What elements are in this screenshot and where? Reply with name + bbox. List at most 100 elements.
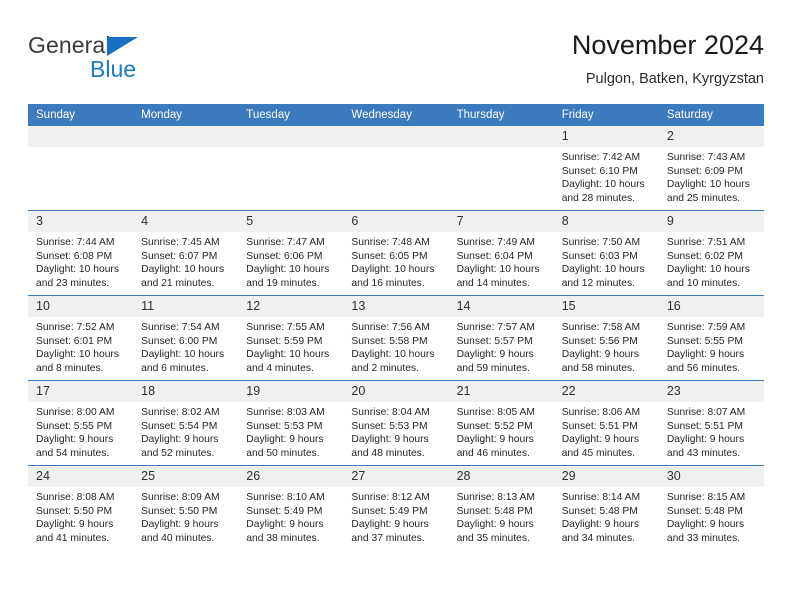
day-info-line: and 25 minutes. (666, 192, 741, 204)
calendar-day-cell[interactable]: 18 Sunrise: 8:02 AM Sunset: 5:54 PM Dayligh… (133, 380, 239, 466)
day-info-line: Sunrise: 7:47 AM (246, 237, 325, 248)
day-info-line: Daylight: 9 hours (666, 349, 745, 361)
calendar-day-cell[interactable]: 26 Sunrise: 8:10 AM Sunset: 5:49 PM Dayligh… (238, 465, 344, 550)
calendar-day-cell[interactable]: 24 Sunrise: 8:08 AM Sunset: 5:50 PM Dayligh… (28, 465, 134, 550)
calendar-day-cell[interactable]: 10 Sunrise: 7:52 AM Sunset: 6:01 PM Dayligh… (28, 295, 134, 381)
calendar-day-cell[interactable]: 29 Sunrise: 8:14 AM Sunset: 5:48 PM Dayligh… (553, 465, 659, 550)
calendar-day-cell-empty (133, 126, 239, 211)
day-info-line: Sunset: 6:01 PM (36, 335, 113, 347)
day-sun-info: Sunrise: 8:06 AM Sunset: 5:51 PM Daylight:… (554, 402, 659, 460)
day-info-line: Sunset: 6:04 PM (456, 250, 533, 262)
calendar-day-cell[interactable]: 20 Sunrise: 8:04 AM Sunset: 5:53 PM Dayligh… (343, 380, 449, 466)
calendar-day-cell[interactable]: 7 Sunrise: 7:49 AM Sunset: 6:04 PM Daylight… (448, 210, 554, 296)
day-info-line: Daylight: 9 hours (561, 434, 639, 446)
calendar-day-cell[interactable]: 13 Sunrise: 7:56 AM Sunset: 5:58 PM Dayligh… (343, 295, 449, 381)
calendar-day-cell[interactable]: 2 Sunrise: 7:43 AM Sunset: 6:09 PM Daylight… (658, 126, 764, 211)
day-info-line: Sunrise: 8:05 AM (456, 407, 535, 418)
day-info-line: and 23 minutes. (36, 277, 110, 289)
day-info-line: Sunrise: 8:13 AM (456, 492, 535, 503)
day-info-line: Daylight: 10 hours (36, 264, 119, 276)
day-sun-info: Sunrise: 7:45 AM Sunset: 6:07 PM Daylight:… (133, 232, 238, 290)
calendar-day-cell[interactable]: 6 Sunrise: 7:48 AM Sunset: 6:05 PM Daylight… (343, 210, 449, 296)
calendar-day-cell[interactable]: 14 Sunrise: 7:57 AM Sunset: 5:57 PM Dayligh… (448, 295, 554, 381)
weekday-header-monday: Monday (133, 104, 239, 126)
calendar-day-cell[interactable]: 3 Sunrise: 7:44 AM Sunset: 6:08 PM Daylight… (28, 210, 134, 296)
calendar-day-cell[interactable]: 17 Sunrise: 8:00 AM Sunset: 5:55 PM Dayligh… (28, 380, 134, 466)
calendar-day-cell[interactable]: 28 Sunrise: 8:13 AM Sunset: 5:48 PM Dayligh… (448, 465, 554, 550)
day-sun-info: Sunrise: 7:54 AM Sunset: 6:00 PM Daylight:… (133, 317, 238, 375)
calendar-day-cell[interactable]: 8 Sunrise: 7:50 AM Sunset: 6:03 PM Daylight… (553, 210, 659, 296)
day-sun-info: Sunrise: 8:13 AM Sunset: 5:48 PM Daylight:… (449, 487, 554, 545)
day-info-line: Daylight: 9 hours (561, 519, 639, 531)
day-info-line: Sunset: 6:02 PM (666, 250, 743, 262)
day-info-line: Sunset: 5:49 PM (351, 505, 428, 517)
calendar-day-cell[interactable]: 21 Sunrise: 8:05 AM Sunset: 5:52 PM Dayligh… (448, 380, 554, 466)
day-info-line: Sunrise: 8:07 AM (666, 407, 746, 418)
day-sun-info: Sunrise: 8:12 AM Sunset: 5:49 PM Daylight:… (343, 487, 448, 545)
day-info-line: and 52 minutes. (141, 447, 215, 459)
calendar-day-cell[interactable]: 4 Sunrise: 7:45 AM Sunset: 6:07 PM Daylight… (133, 210, 239, 296)
calendar-day-cell[interactable]: 22 Sunrise: 8:06 AM Sunset: 5:51 PM Dayligh… (553, 380, 659, 466)
day-number: 8 (553, 211, 659, 232)
day-info-line: Sunset: 5:55 PM (36, 420, 113, 432)
day-info-line: Sunrise: 7:57 AM (456, 322, 535, 333)
day-info-line: and 28 minutes. (561, 192, 635, 204)
weekday-header-saturday: Saturday (658, 104, 764, 126)
day-info-line: Daylight: 9 hours (36, 519, 114, 531)
day-info-line: and 41 minutes. (36, 532, 110, 544)
day-info-line: and 16 minutes. (351, 277, 425, 289)
calendar-day-cell[interactable]: 15 Sunrise: 7:58 AM Sunset: 5:56 PM Dayligh… (553, 295, 659, 381)
day-info-line: and 54 minutes. (36, 447, 110, 459)
day-info-line: Daylight: 9 hours (141, 519, 219, 531)
calendar-day-cell[interactable]: 27 Sunrise: 8:12 AM Sunset: 5:49 PM Dayligh… (343, 465, 449, 550)
day-number: 20 (343, 381, 449, 402)
calendar-day-cell[interactable]: 11 Sunrise: 7:54 AM Sunset: 6:00 PM Dayligh… (133, 295, 239, 381)
calendar-day-cell[interactable]: 12 Sunrise: 7:55 AM Sunset: 5:59 PM Dayligh… (238, 295, 344, 381)
day-info-line: Daylight: 10 hours (351, 349, 435, 361)
day-info-line: and 2 minutes. (351, 362, 419, 374)
day-number: 30 (658, 466, 764, 487)
day-info-line: Sunrise: 8:15 AM (666, 492, 746, 503)
calendar-day-cell[interactable]: 25 Sunrise: 8:09 AM Sunset: 5:50 PM Dayligh… (133, 465, 239, 550)
day-number: 2 (658, 126, 764, 147)
day-sun-info: Sunrise: 8:07 AM Sunset: 5:51 PM Daylight:… (659, 402, 764, 460)
brand-logo[interactable]: General Blue (28, 32, 248, 88)
day-sun-info: Sunrise: 7:49 AM Sunset: 6:04 PM Daylight:… (449, 232, 554, 290)
day-info-line: Sunrise: 8:06 AM (561, 407, 641, 418)
day-info-line: Daylight: 10 hours (141, 264, 225, 276)
day-sun-info: Sunrise: 7:57 AM Sunset: 5:57 PM Daylight:… (449, 317, 554, 375)
weekday-header-wednesday: Wednesday (343, 104, 449, 126)
day-info-line: Sunrise: 8:14 AM (561, 492, 641, 503)
calendar-day-cell[interactable]: 19 Sunrise: 8:03 AM Sunset: 5:53 PM Dayligh… (238, 380, 344, 466)
day-number: 28 (448, 466, 554, 487)
day-number: 4 (133, 211, 239, 232)
calendar-day-cell[interactable]: 16 Sunrise: 7:59 AM Sunset: 5:55 PM Dayligh… (658, 295, 764, 381)
day-info-line: Daylight: 9 hours (456, 349, 534, 361)
day-number: 12 (238, 296, 344, 317)
day-info-line: and 38 minutes. (246, 532, 320, 544)
day-info-line: and 43 minutes. (666, 447, 741, 459)
day-sun-info: Sunrise: 7:48 AM Sunset: 6:05 PM Daylight:… (343, 232, 448, 290)
day-info-line: Sunrise: 8:10 AM (246, 492, 325, 503)
day-info-line: Sunrise: 7:45 AM (141, 237, 220, 248)
weekday-header-tuesday: Tuesday (238, 104, 344, 126)
day-info-line: Sunset: 6:00 PM (141, 335, 218, 347)
day-number: 3 (28, 211, 134, 232)
day-sun-info: Sunrise: 7:59 AM Sunset: 5:55 PM Daylight:… (659, 317, 764, 375)
day-info-line: Sunrise: 7:49 AM (456, 237, 535, 248)
calendar-day-cell[interactable]: 30 Sunrise: 8:15 AM Sunset: 5:48 PM Dayligh… (658, 465, 764, 550)
day-info-line: and 45 minutes. (561, 447, 635, 459)
day-info-line: Sunrise: 7:48 AM (351, 237, 430, 248)
day-info-line: Sunset: 6:08 PM (36, 250, 113, 262)
day-info-line: and 10 minutes. (666, 277, 741, 289)
day-info-line: and 58 minutes. (561, 362, 635, 374)
calendar-day-cell[interactable]: 23 Sunrise: 8:07 AM Sunset: 5:51 PM Dayligh… (658, 380, 764, 466)
day-info-line: Daylight: 9 hours (456, 519, 534, 531)
calendar-body: 1 Sunrise: 7:42 AM Sunset: 6:10 PM Daylight… (28, 126, 764, 550)
calendar-day-cell[interactable]: 1 Sunrise: 7:42 AM Sunset: 6:10 PM Daylight… (553, 126, 659, 211)
calendar-day-cell[interactable]: 9 Sunrise: 7:51 AM Sunset: 6:02 PM Daylight… (658, 210, 764, 296)
calendar-day-cell[interactable]: 5 Sunrise: 7:47 AM Sunset: 6:06 PM Daylight… (238, 210, 344, 296)
day-info-line: Sunrise: 8:04 AM (351, 407, 430, 418)
day-sun-info: Sunrise: 7:55 AM Sunset: 5:59 PM Daylight:… (238, 317, 343, 375)
day-info-line: and 21 minutes. (141, 277, 215, 289)
